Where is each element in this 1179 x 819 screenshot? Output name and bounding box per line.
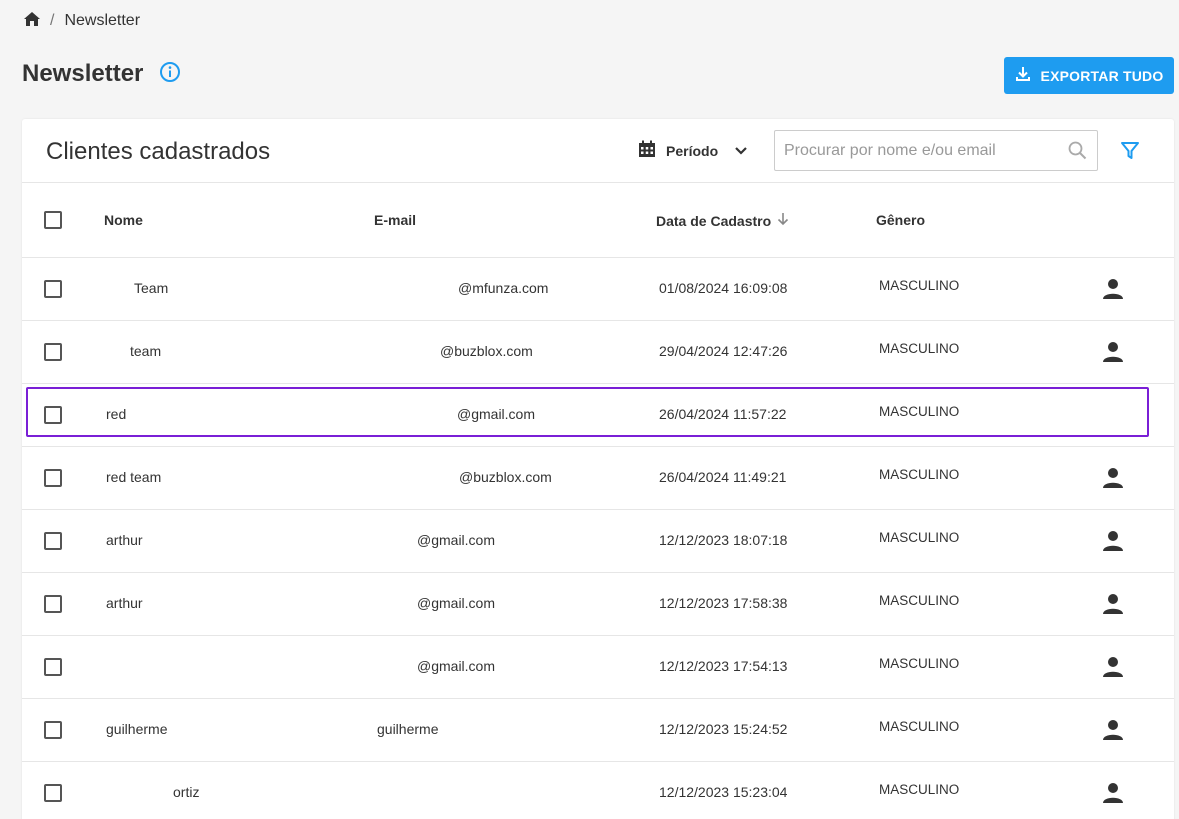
table-row[interactable]: Team @mfunza.com 01/08/2024 16:09:08 MAS… bbox=[22, 258, 1174, 321]
table-row[interactable]: guilherme guilherme 12/12/2023 15:24:52 … bbox=[22, 699, 1174, 762]
user-icon[interactable] bbox=[1101, 340, 1125, 367]
cell-name: red team bbox=[106, 469, 162, 485]
row-checkbox[interactable] bbox=[44, 343, 62, 361]
info-icon[interactable] bbox=[159, 61, 181, 88]
cell-date: 12/12/2023 15:23:04 bbox=[659, 784, 788, 800]
column-header-email[interactable]: E-mail bbox=[374, 212, 416, 228]
cell-date: 26/04/2024 11:49:21 bbox=[659, 469, 787, 485]
user-icon[interactable] bbox=[1101, 781, 1125, 808]
row-checkbox[interactable] bbox=[44, 280, 62, 298]
table-row[interactable]: team @buzblox.com 29/04/2024 12:47:26 MA… bbox=[22, 321, 1174, 384]
row-checkbox[interactable] bbox=[44, 784, 62, 802]
table-header: Nome E-mail Data de Cadastro Gênero bbox=[22, 183, 1174, 258]
column-header-name[interactable]: Nome bbox=[104, 212, 143, 228]
page-header: Newsletter bbox=[22, 60, 181, 88]
cell-gender: MASCULINO bbox=[879, 593, 960, 608]
cell-email: @buzblox.com bbox=[440, 343, 533, 359]
row-checkbox[interactable] bbox=[44, 658, 62, 676]
cell-gender: MASCULINO bbox=[879, 404, 960, 419]
table-row[interactable]: ortiz 12/12/2023 15:23:04 MASCULINO bbox=[22, 762, 1174, 819]
column-header-gender[interactable]: Gênero bbox=[876, 212, 925, 228]
select-all-checkbox[interactable] bbox=[44, 211, 62, 229]
row-checkbox[interactable] bbox=[44, 721, 62, 739]
breadcrumb-current: Newsletter bbox=[64, 12, 141, 29]
cell-date: 12/12/2023 17:58:38 bbox=[659, 595, 788, 611]
cell-gender: MASCULINO bbox=[879, 341, 960, 356]
export-all-button[interactable]: EXPORTAR TUDO bbox=[1004, 57, 1174, 94]
filter-icon[interactable] bbox=[1120, 141, 1140, 166]
cell-date: 12/12/2023 15:24:52 bbox=[659, 721, 788, 737]
period-label: Período bbox=[666, 142, 719, 159]
row-checkbox[interactable] bbox=[44, 532, 62, 550]
cell-name: team bbox=[130, 343, 162, 359]
cell-name: guilherme bbox=[106, 721, 168, 737]
breadcrumb: / Newsletter bbox=[24, 11, 140, 31]
row-checkbox[interactable] bbox=[44, 595, 62, 613]
cell-name: arthur bbox=[106, 595, 143, 611]
calendar-icon bbox=[638, 140, 656, 161]
cell-name: arthur bbox=[106, 532, 143, 548]
search-icon[interactable] bbox=[1057, 141, 1097, 160]
cell-email: @mfunza.com bbox=[458, 280, 549, 296]
cell-email: @gmail.com bbox=[417, 658, 496, 674]
table-row[interactable]: red @gmail.com 26/04/2024 11:57:22 MASCU… bbox=[22, 384, 1174, 447]
cell-date: 26/04/2024 11:57:22 bbox=[659, 406, 787, 422]
cell-email: guilherme bbox=[377, 721, 439, 737]
cell-gender: MASCULINO bbox=[879, 278, 960, 293]
home-icon[interactable] bbox=[24, 11, 40, 31]
chevron-down-icon bbox=[734, 143, 748, 159]
clients-card: Clientes cadastrados Período Procurar po… bbox=[22, 119, 1174, 819]
cell-name: Team bbox=[134, 280, 169, 296]
table-row[interactable]: arthur @gmail.com 12/12/2023 18:07:18 MA… bbox=[22, 510, 1174, 573]
row-checkbox[interactable] bbox=[44, 406, 62, 424]
download-icon bbox=[1015, 66, 1031, 85]
cell-gender: MASCULINO bbox=[879, 719, 960, 734]
export-all-label: EXPORTAR TUDO bbox=[1040, 67, 1164, 84]
breadcrumb-separator: / bbox=[50, 12, 55, 29]
period-dropdown[interactable]: Período bbox=[638, 140, 748, 161]
cell-gender: MASCULINO bbox=[879, 467, 960, 482]
cell-gender: MASCULINO bbox=[879, 656, 960, 671]
search-input[interactable] bbox=[775, 131, 1057, 170]
sort-arrow-down-icon[interactable] bbox=[777, 212, 789, 229]
user-icon[interactable] bbox=[1101, 655, 1125, 682]
card-header: Clientes cadastrados Período bbox=[22, 119, 1174, 183]
cell-date: 29/04/2024 12:47:26 bbox=[659, 343, 788, 359]
cell-date: 12/12/2023 17:54:13 bbox=[659, 658, 788, 674]
row-checkbox[interactable] bbox=[44, 469, 62, 487]
search-box bbox=[774, 130, 1098, 171]
user-icon[interactable] bbox=[1101, 529, 1125, 556]
cell-gender: MASCULINO bbox=[879, 530, 960, 545]
table-row[interactable]: arthur @gmail.com 12/12/2023 17:58:38 MA… bbox=[22, 573, 1174, 636]
column-header-date-label: Data de Cadastro bbox=[656, 212, 772, 229]
cell-email: @gmail.com bbox=[417, 532, 496, 548]
user-icon[interactable] bbox=[1101, 718, 1125, 745]
cell-name: ortiz bbox=[173, 784, 200, 800]
column-header-date[interactable]: Data de Cadastro bbox=[656, 212, 789, 229]
table-row[interactable]: @gmail.com 12/12/2023 17:54:13 MASCULINO bbox=[22, 636, 1174, 699]
cell-email: @gmail.com bbox=[417, 595, 496, 611]
cell-date: 01/08/2024 16:09:08 bbox=[659, 280, 788, 296]
page-title: Newsletter bbox=[22, 60, 144, 87]
cell-email: @buzblox.com bbox=[459, 469, 552, 485]
cell-gender: MASCULINO bbox=[879, 782, 960, 797]
cell-name: red bbox=[106, 406, 127, 422]
table-row[interactable]: red team @buzblox.com 26/04/2024 11:49:2… bbox=[22, 447, 1174, 510]
card-title: Clientes cadastrados bbox=[46, 138, 271, 165]
user-icon[interactable] bbox=[1101, 592, 1125, 619]
cell-date: 12/12/2023 18:07:18 bbox=[659, 532, 788, 548]
cell-email: @gmail.com bbox=[457, 406, 536, 422]
user-icon[interactable] bbox=[1101, 277, 1125, 304]
user-icon[interactable] bbox=[1101, 466, 1125, 493]
